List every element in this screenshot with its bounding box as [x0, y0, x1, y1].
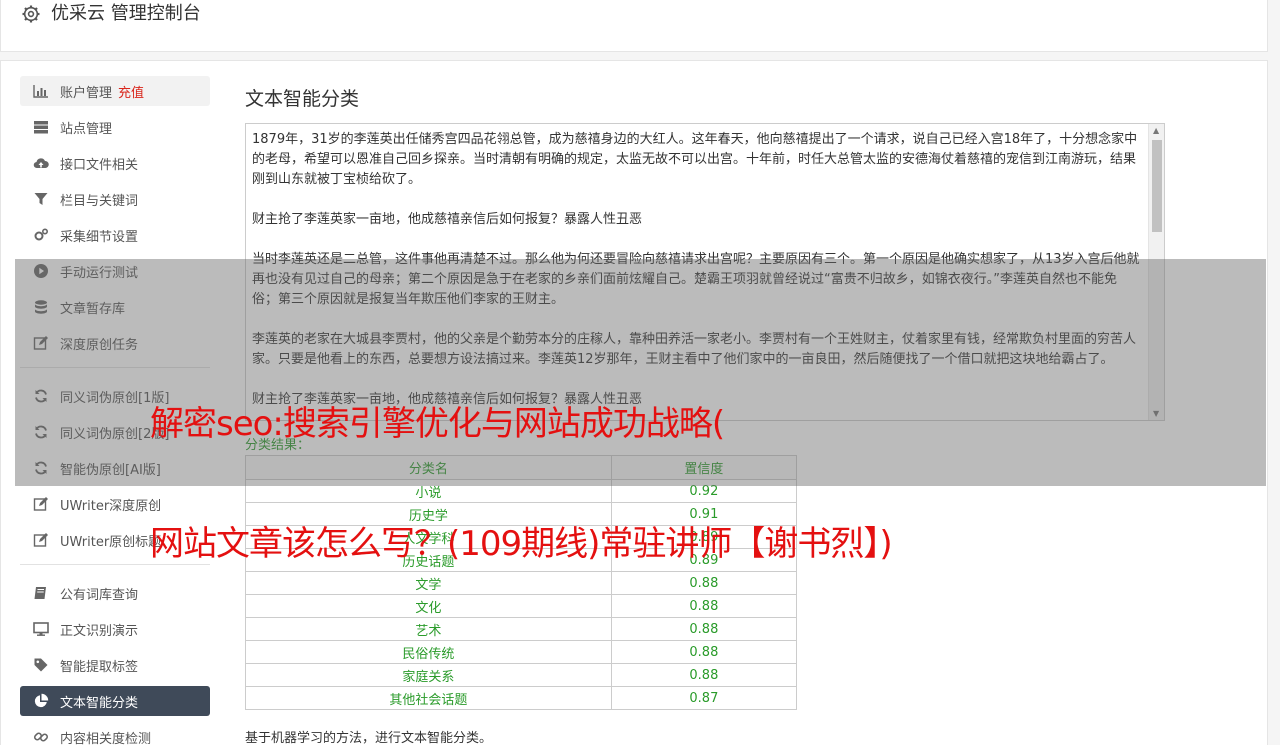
- confidence-cell: 0.91: [610, 502, 798, 526]
- page-title: 文本智能分类: [245, 88, 360, 110]
- description-text: 基于机器学习的方法，进行文本智能分类。: [245, 731, 493, 745]
- table-row: 文化 0.88: [245, 594, 798, 618]
- sidebar-item-label: 采集细节设置: [60, 229, 139, 245]
- sidebar-item-label: 内容相关度检测: [60, 731, 152, 745]
- text-paragraph: 1879年，31岁的李莲英出任储秀宫四品花翎总管，成为慈禧身边的大红人。这年春天…: [252, 132, 1138, 187]
- scroll-up-arrow-icon[interactable]: ▲: [1153, 126, 1159, 135]
- table-row: 家庭关系 0.88: [245, 663, 798, 687]
- text-paragraph: 财主抢了李莲英家一亩地，他成慈禧亲信后如何报复？暴露人性丑恶: [252, 212, 643, 227]
- sidebar-item-collect-settings[interactable]: 采集细节设置: [20, 220, 210, 250]
- table-row: 文学 0.88: [245, 571, 798, 595]
- edit-icon: [32, 495, 50, 513]
- sidebar-item-label: 站点管理: [60, 121, 113, 137]
- sidebar-item-text-classification[interactable]: 文本智能分类: [20, 686, 210, 716]
- gears-icon: [32, 226, 50, 244]
- sidebar-item-label: 公有词库查询: [60, 587, 139, 603]
- sidebar-item-label: 文本智能分类: [60, 695, 139, 711]
- sidebar-item-account[interactable]: 账户管理 充值: [20, 76, 210, 106]
- category-cell: 文化: [245, 594, 612, 618]
- sidebar-item-sites[interactable]: 站点管理: [20, 112, 210, 142]
- sidebar-item-label: UWriter深度原创: [60, 498, 162, 514]
- classification-result-table: 分类名 置信度 小说 0.92 历史学 0.91 人文学科 0.89 历史话题 0.89…: [245, 455, 798, 710]
- sidebar-item-label: 栏目与关键词: [60, 193, 139, 209]
- confidence-cell: 0.88: [610, 594, 798, 618]
- sidebar-item-interface-files[interactable]: 接口文件相关: [20, 148, 210, 178]
- tag-icon: [32, 656, 50, 674]
- sidebar-item-label: 正文识别演示: [60, 623, 139, 639]
- table-row: 艺术 0.88: [245, 617, 798, 641]
- sidebar-item-relevance-check[interactable]: 内容相关度检测: [20, 722, 210, 745]
- sidebar-item-label: 智能提取标签: [60, 659, 139, 675]
- link-icon: [32, 728, 50, 745]
- sidebar-item-public-thesaurus[interactable]: 公有词库查询: [20, 578, 210, 608]
- book-icon: [32, 584, 50, 602]
- header-bar: 优采云 管理控制台: [0, 0, 1268, 52]
- sidebar-item-label: 账户管理: [60, 85, 113, 101]
- category-cell: 民俗传统: [245, 640, 612, 664]
- watermark-text-line2: 网站文章该怎么写？(109期线)常驻讲师【谢书烈】): [150, 524, 893, 564]
- bar-chart-icon: [32, 82, 50, 100]
- table-row: 民俗传统 0.88: [245, 640, 798, 664]
- watermark-text-line1: 解密seo:搜索引擎优化与网站成功战略(: [150, 404, 725, 444]
- sidebar-item-uwriter-deep[interactable]: UWriter深度原创: [20, 489, 210, 519]
- category-cell: 家庭关系: [245, 663, 612, 687]
- edit-icon: [32, 531, 50, 549]
- pie-chart-icon: [32, 692, 50, 710]
- category-cell: 其他社会话题: [245, 686, 612, 710]
- sidebar-item-columns-keywords[interactable]: 栏目与关键词: [20, 184, 210, 214]
- sidebar-item-label: UWriter原创标题: [60, 534, 162, 550]
- category-cell: 历史学: [245, 502, 612, 526]
- recharge-link[interactable]: 充值: [118, 82, 144, 101]
- table-row: 历史学 0.91: [245, 502, 798, 526]
- server-icon: [32, 118, 50, 136]
- confidence-cell: 0.87: [610, 686, 798, 710]
- sidebar-divider: [20, 564, 210, 565]
- sidebar-item-label: 接口文件相关: [60, 157, 139, 173]
- watermark-overlay: [15, 259, 1266, 486]
- app-title: 优采云 管理控制台: [51, 3, 201, 24]
- desktop-icon: [32, 620, 50, 638]
- sidebar-item-tag-extraction[interactable]: 智能提取标签: [20, 650, 210, 680]
- filter-icon: [32, 190, 50, 208]
- category-cell: 艺术: [245, 617, 612, 641]
- category-cell: 文学: [245, 571, 612, 595]
- sidebar-item-text-recognition[interactable]: 正文识别演示: [20, 614, 210, 644]
- page: 优采云 管理控制台 账户管理 充值 站点管理 接口文件相关 栏目与关键词 采集细…: [0, 0, 1280, 745]
- confidence-cell: 0.88: [610, 617, 798, 641]
- scrollbar-thumb[interactable]: [1152, 140, 1162, 232]
- gear-icon: [22, 5, 40, 23]
- confidence-cell: 0.88: [610, 663, 798, 687]
- confidence-cell: 0.88: [610, 571, 798, 595]
- confidence-cell: 0.88: [610, 640, 798, 664]
- cloud-upload-icon: [32, 154, 50, 172]
- table-row: 其他社会话题 0.87: [245, 686, 798, 710]
